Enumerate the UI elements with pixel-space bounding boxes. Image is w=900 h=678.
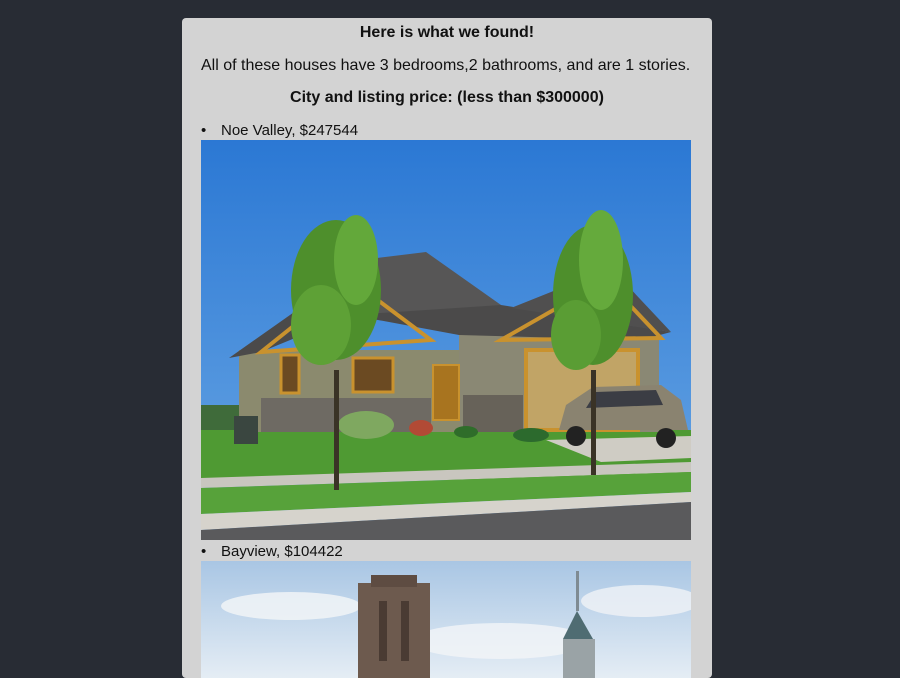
listing-label: Noe Valley, $247544 (221, 122, 359, 139)
list-bullet: • (201, 543, 207, 560)
listing-label: Bayview, $104422 (221, 543, 343, 560)
results-summary: All of these houses have 3 bedrooms,2 ba… (201, 57, 691, 74)
listing-photo-city (201, 561, 691, 678)
listing-item-noe-valley: • Noe Valley, $247544 (201, 122, 358, 140)
results-card: Here is what we found! All of these hous… (182, 18, 712, 678)
results-title: Here is what we found! (359, 24, 535, 41)
list-bullet: • (201, 122, 207, 139)
listing-photo-house (201, 140, 691, 540)
listing-item-bayview: • Bayview, $104422 (201, 543, 343, 561)
results-subtitle: City and listing price: (less than $3000… (290, 89, 604, 106)
